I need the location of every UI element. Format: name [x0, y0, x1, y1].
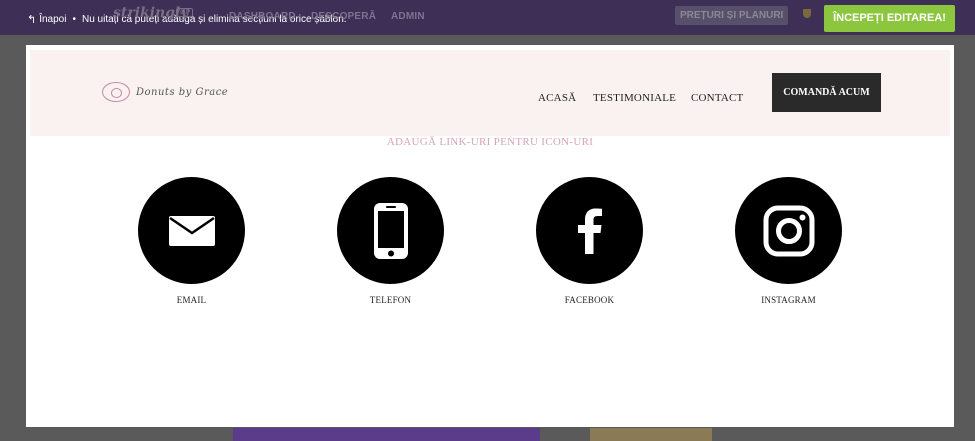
instagram-link[interactable]: [735, 177, 842, 284]
site-logo-text: Donuts by Grace: [136, 86, 229, 98]
menu-item-home[interactable]: ACASĂ: [538, 92, 576, 104]
facebook-label: FACEBOOK: [564, 295, 615, 305]
back-arrow-icon: ↰: [27, 14, 37, 26]
background-image: [590, 428, 712, 441]
site-logo[interactable]: Donuts by Grace: [102, 82, 228, 102]
background-section: [233, 428, 540, 441]
donut-logo-icon: [102, 82, 130, 102]
facebook-link[interactable]: [536, 177, 643, 284]
back-label[interactable]: Înapoi: [39, 14, 66, 25]
site-header: Donuts by Grace ACASĂ TESTIMONIALE CONTA…: [30, 50, 950, 136]
menu-item-contact[interactable]: CONTACT: [691, 92, 743, 104]
phone-link[interactable]: [337, 177, 444, 284]
trophy-icon[interactable]: [803, 9, 811, 18]
pricing-button[interactable]: PREȚURI ȘI PLANURI: [675, 6, 789, 25]
vip-badge: VIP: [176, 8, 194, 17]
facebook-icon: [577, 208, 602, 254]
email-label: EMAIL: [176, 295, 207, 305]
nav-discover[interactable]: DESCOPERĂ: [311, 11, 376, 22]
order-now-button[interactable]: COMANDĂ ACUM: [772, 73, 881, 112]
nav-dashboard[interactable]: DASHBOARD: [229, 11, 296, 22]
nav-admin[interactable]: ADMIN: [391, 11, 425, 22]
start-editing-button[interactable]: ÎNCEPEȚI EDITAREA!: [824, 5, 955, 32]
instagram-label: INSTAGRAM: [761, 295, 816, 305]
phone-icon: [373, 202, 408, 259]
instagram-icon: [763, 205, 814, 256]
section-hint: ADAUGĂ LINK-URI PENTRU ICON-URI: [386, 136, 594, 148]
email-link[interactable]: [138, 177, 245, 284]
menu-item-testimonials[interactable]: TESTIMONIALE: [593, 92, 676, 104]
editor-topbar: ↰ Înapoi • Nu uitați că puteți adăuga și…: [0, 0, 975, 35]
email-icon: [168, 215, 215, 246]
phone-label: TELEFON: [369, 295, 412, 305]
template-preview: Donuts by Grace ACASĂ TESTIMONIALE CONTA…: [26, 45, 954, 427]
separator-dot: •: [72, 14, 76, 25]
